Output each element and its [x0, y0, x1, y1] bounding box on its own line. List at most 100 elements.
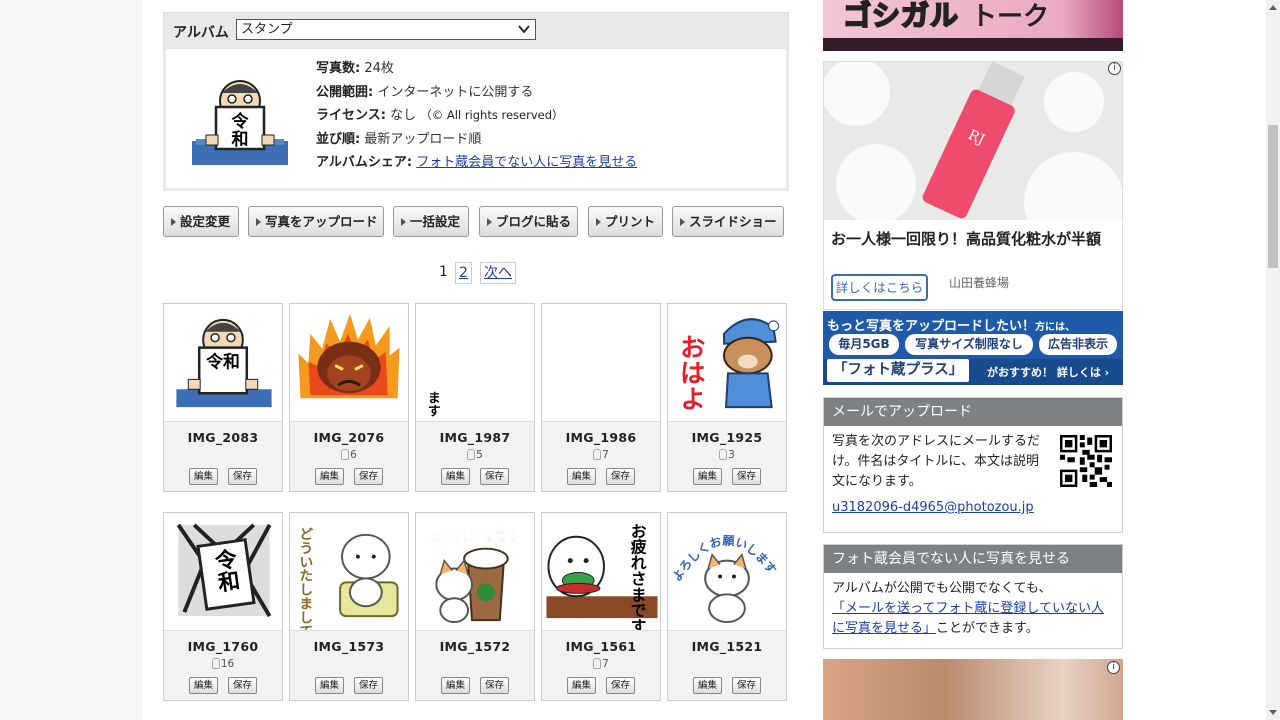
photo-name[interactable]: IMG_2083: [164, 430, 282, 445]
stamp-text: どういたしまして: [296, 527, 313, 631]
save-button[interactable]: 保存: [480, 677, 509, 694]
photo-count-row: 写真数: 24枚: [316, 57, 637, 81]
save-button[interactable]: 保存: [732, 677, 761, 694]
ad-title[interactable]: お一人様一回限り！高品質化粧水が半額: [831, 230, 1116, 248]
mail-upload-header: メールでアップロード: [824, 398, 1122, 426]
edit-button[interactable]: 編集: [189, 677, 218, 694]
scroll-down-icon[interactable]: [1269, 710, 1277, 715]
photo-thumbnail[interactable]: よろしくお願いします: [668, 513, 786, 631]
blog-embed-button[interactable]: ブログに貼る: [479, 206, 578, 237]
ad-info-icon[interactable]: i: [1107, 661, 1120, 674]
edit-button[interactable]: 編集: [693, 468, 722, 485]
album-info-rows: 写真数: 24枚 公開範囲: インターネットに公開する ライセンス: なし （©…: [316, 57, 637, 175]
top-banner-ad[interactable]: ゴシガル トーク: [823, 0, 1123, 51]
photo-thumbnail[interactable]: お疲れさまです: [542, 513, 660, 631]
stamp-text: お疲れさまです: [628, 523, 647, 631]
upload-photos-button[interactable]: 写真をアップロード: [248, 206, 384, 237]
like-count-value: 7: [602, 658, 609, 670]
edit-button[interactable]: 編集: [189, 468, 218, 485]
share-label: アルバムシェア:: [316, 155, 413, 170]
album-cover-thumbnail[interactable]: 令 和: [192, 77, 288, 165]
photo-card: 令和 IMG_2083 編集 保存: [163, 303, 283, 492]
print-button[interactable]: プリント: [588, 206, 663, 237]
edit-button[interactable]: 編集: [567, 677, 596, 694]
slideshow-button[interactable]: スライドショー: [672, 206, 784, 237]
share-link[interactable]: フォト蔵会員でない人に写真を見せる: [416, 155, 637, 170]
plus-name: 「フォト蔵プラス」: [827, 359, 970, 382]
edit-button[interactable]: 編集: [315, 468, 344, 485]
svg-text:令: 令: [232, 111, 250, 132]
like-count: 7: [542, 658, 660, 670]
photo-card: 令和 IMG_1760 16 編集 保存: [163, 512, 283, 701]
share-text-2: ことができます。: [936, 621, 1039, 636]
save-button[interactable]: 保存: [354, 468, 383, 485]
photo-thumbnail[interactable]: 令和: [164, 513, 282, 631]
like-count-value: 7: [602, 449, 609, 461]
photo-name[interactable]: IMG_1760: [164, 639, 282, 654]
order-label: 並び順:: [316, 131, 361, 147]
edit-button[interactable]: 編集: [567, 468, 596, 485]
order-value: 最新アップロード順: [364, 131, 482, 147]
edit-button[interactable]: 編集: [693, 677, 722, 694]
mail-address-link[interactable]: u3182096-d4965@photozou.jp: [832, 500, 1034, 515]
plus-cta-row: 「フォト蔵プラス」 がおすすめ！ 詳しくは ›: [823, 359, 1123, 385]
save-button[interactable]: 保存: [228, 677, 257, 694]
photo-thumbnail[interactable]: 令和: [164, 304, 282, 422]
ad-product-image: RJ: [824, 62, 1122, 220]
photo-name[interactable]: IMG_1986: [542, 430, 660, 445]
photo-card: お疲れさまです IMG_1561 7 編集 保存: [541, 512, 661, 701]
album-label: アルバム: [173, 25, 229, 41]
album-action-bar: 設定変更 写真をアップロード 一括設定 ブログに貼る プリント スライドショー: [163, 206, 789, 238]
photo-thumbnail[interactable]: [290, 304, 408, 422]
photo-name[interactable]: IMG_1561: [542, 639, 660, 654]
photo-thumbnail[interactable]: ます: [416, 304, 534, 422]
edit-button[interactable]: 編集: [441, 677, 470, 694]
photo-name[interactable]: IMG_1573: [290, 639, 408, 654]
scrollbar-thumb[interactable]: [1268, 125, 1278, 268]
ad-details-button[interactable]: 詳しくはこちら: [831, 274, 928, 301]
order-row: 並び順: 最新アップロード順: [316, 128, 637, 152]
photozou-plus-banner[interactable]: もっと写真をアップロードしたい！方には、 毎月5GB 写真サイズ制限なし 広告非…: [823, 311, 1123, 385]
photo-thumbnail[interactable]: お疲れさまです: [416, 513, 534, 631]
save-button[interactable]: 保存: [480, 468, 509, 485]
photo-name[interactable]: IMG_1521: [668, 639, 786, 654]
edit-button[interactable]: 編集: [315, 677, 344, 694]
stamp-text: 令和: [205, 351, 240, 371]
album-selector-bar: アルバム スタンプ: [163, 12, 789, 50]
plus-headline: もっと写真をアップロードしたい！方には、: [827, 319, 1076, 334]
plus-feature-noads: 広告非表示: [1039, 334, 1117, 355]
edit-button[interactable]: 編集: [441, 468, 470, 485]
ad-info-icon[interactable]: i: [1108, 62, 1121, 75]
photo-name[interactable]: IMG_1987: [416, 430, 534, 445]
page-2-link[interactable]: 2: [455, 262, 472, 284]
album-select[interactable]: スタンプ: [236, 19, 536, 40]
stamp-text: お疲れさまです: [430, 529, 520, 545]
scroll-up-icon[interactable]: [1269, 5, 1277, 10]
photo-thumbnail[interactable]: どういたしまして: [290, 513, 408, 631]
photo-thumbnail[interactable]: [542, 304, 660, 422]
stamp-text: おはよ: [675, 334, 705, 411]
photo-name[interactable]: IMG_1925: [668, 430, 786, 445]
batch-settings-button[interactable]: 一括設定: [393, 206, 469, 237]
cosmetic-ad[interactable]: RJ i お一人様一回限り！高品質化粧水が半額 詳しくはこちら 山田養蜂場: [823, 61, 1123, 310]
save-button[interactable]: 保存: [228, 468, 257, 485]
plus-cta-text: がおすすめ！ 詳しくは ›: [987, 366, 1110, 379]
save-button[interactable]: 保存: [354, 677, 383, 694]
hand-icon: [719, 449, 728, 460]
photo-name[interactable]: IMG_2076: [290, 430, 408, 445]
photo-thumbnail[interactable]: おはよ: [668, 304, 786, 422]
plus-feature-storage: 毎月5GB: [829, 334, 899, 355]
settings-button[interactable]: 設定変更: [163, 206, 239, 237]
scrollbar[interactable]: [1266, 0, 1280, 720]
save-button[interactable]: 保存: [606, 677, 635, 694]
save-button[interactable]: 保存: [606, 468, 635, 485]
license-value: なし: [390, 108, 417, 123]
share-row: アルバムシェア: フォト蔵会員でない人に写真を見せる: [316, 151, 637, 175]
bottom-ad[interactable]: i: [823, 659, 1123, 720]
plus-feature-size: 写真サイズ制限なし: [905, 334, 1033, 355]
photo-card: ます IMG_1987 5 編集 保存: [415, 303, 535, 492]
like-count: 7: [542, 449, 660, 461]
save-button[interactable]: 保存: [732, 468, 761, 485]
photo-name[interactable]: IMG_1572: [416, 639, 534, 654]
next-page-link[interactable]: 次へ: [480, 262, 516, 284]
